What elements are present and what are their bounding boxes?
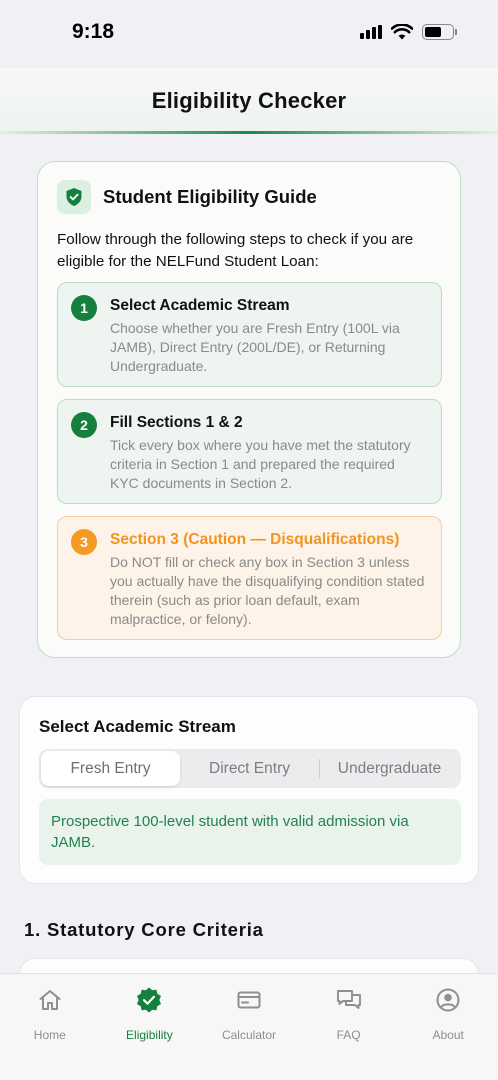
bottom-tab-bar: Home Eligibility Calculator FAQ About [0, 973, 498, 1080]
wifi-icon [391, 24, 413, 40]
status-bar: 9:18 [0, 0, 498, 68]
tab-label: FAQ [336, 1028, 361, 1042]
app-header: Eligibility Checker [0, 68, 498, 134]
guide-step-1: 1 Select Academic Stream Choose whether … [57, 282, 442, 387]
guide-title: Student Eligibility Guide [103, 186, 317, 207]
person-circle-icon [434, 986, 462, 1014]
status-icons [360, 24, 457, 40]
eligibility-guide-card: Student Eligibility Guide Follow through… [37, 161, 461, 658]
chat-bubbles-icon [335, 986, 363, 1014]
tab-faq[interactable]: FAQ [299, 974, 399, 1080]
academic-stream-card: Select Academic Stream Fresh Entry Direc… [19, 696, 479, 884]
stream-label: Select Academic Stream [39, 717, 236, 736]
guide-intro: Follow through the following steps to ch… [57, 231, 414, 270]
status-time: 9:18 [72, 20, 115, 43]
section-heading: 1. Statutory Core Criteria [24, 919, 264, 940]
shield-check-icon [57, 180, 91, 214]
cellular-signal-icon [360, 25, 382, 39]
step-number-badge: 3 [71, 529, 97, 555]
tab-label: Calculator [221, 1028, 276, 1042]
stream-option-undergraduate[interactable]: Undergraduate [320, 751, 459, 786]
stream-description: Prospective 100-level student with valid… [39, 799, 461, 865]
guide-header: Student Eligibility Guide [57, 180, 441, 214]
tab-home[interactable]: Home [0, 974, 100, 1080]
step-title: Section 3 (Caution — Disqualifications) [110, 531, 400, 548]
tab-eligibility[interactable]: Eligibility [100, 974, 200, 1080]
tab-calculator[interactable]: Calculator [199, 974, 299, 1080]
tab-label: Home [33, 1028, 66, 1042]
tab-label: About [432, 1028, 464, 1042]
card-icon [235, 986, 263, 1014]
stream-option-fresh-entry[interactable]: Fresh Entry [41, 751, 180, 786]
tab-about[interactable]: About [398, 974, 498, 1080]
page-title: Eligibility Checker [151, 88, 347, 113]
step-description: Tick every box where you have met the st… [110, 437, 411, 491]
battery-icon [422, 24, 457, 40]
step-title: Fill Sections 1 & 2 [110, 414, 243, 431]
tab-label: Eligibility [126, 1028, 173, 1042]
verified-badge-icon [135, 986, 163, 1014]
stream-segmented-control: Fresh Entry Direct Entry Undergraduate [39, 749, 461, 788]
stream-option-direct-entry[interactable]: Direct Entry [180, 751, 319, 786]
step-description: Choose whether you are Fresh Entry (100L… [110, 320, 400, 374]
step-number-badge: 1 [71, 295, 97, 321]
guide-step-2: 2 Fill Sections 1 & 2 Tick every box whe… [57, 399, 442, 504]
step-number-badge: 2 [71, 412, 97, 438]
step-description: Do NOT fill or check any box in Section … [110, 554, 425, 627]
guide-step-3-caution: 3 Section 3 (Caution — Disqualifications… [57, 516, 442, 640]
step-title: Select Academic Stream [110, 297, 290, 314]
home-icon [36, 986, 64, 1014]
